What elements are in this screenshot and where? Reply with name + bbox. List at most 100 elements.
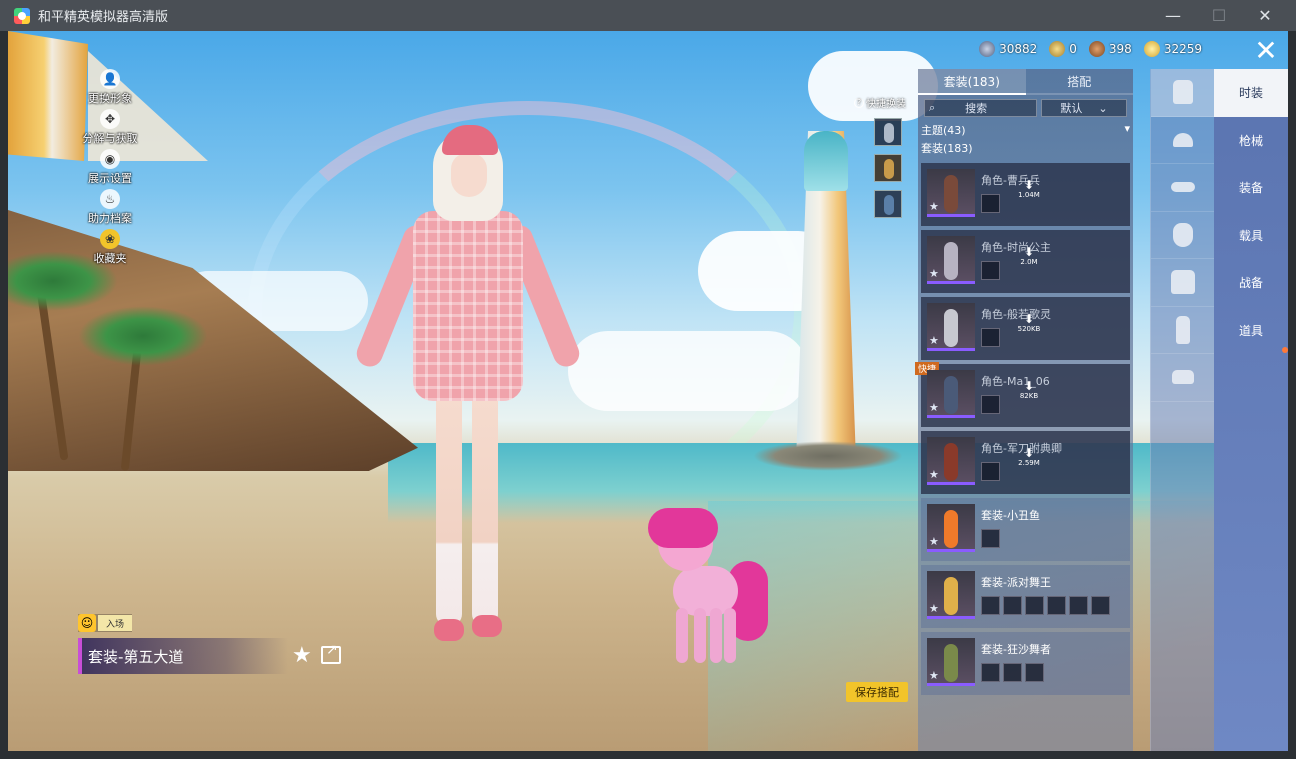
palm-leaves — [78, 306, 208, 366]
star-icon[interactable]: ★ — [929, 602, 939, 615]
outfit-part-thumb — [981, 663, 1000, 682]
app-logo-icon — [14, 7, 30, 24]
bp-coin-icon — [1143, 41, 1160, 57]
share-icon[interactable] — [321, 642, 341, 664]
bronze-coin-icon — [1088, 41, 1105, 57]
chevron-down-icon: ⌄ — [1098, 101, 1108, 115]
left-menu-archive[interactable]: ♨ 助力档案 — [70, 189, 150, 229]
download-button[interactable]: ⬇ 520KB — [1017, 313, 1041, 333]
outfit-part-thumb — [1003, 596, 1022, 615]
download-icon: ⬇ — [1023, 245, 1035, 259]
outfit-part-thumb — [1069, 596, 1088, 615]
window-controls: — ☐ ✕ — [1150, 0, 1288, 31]
rocks — [753, 441, 903, 471]
decompose-icon: ✥ — [100, 109, 120, 129]
category-mask[interactable] — [1151, 212, 1214, 259]
outfit-item[interactable]: ★ 角色-军刀驸典卿 ⬇ 2.59M — [921, 431, 1130, 494]
outfit-part-thumb — [1047, 596, 1066, 615]
category-outfit[interactable] — [1151, 69, 1214, 117]
quick-swap-header[interactable]: ? 快捷换装 — [854, 95, 914, 110]
download-icon: ⬇ — [1023, 178, 1035, 192]
outfit-thumbnail: ★ — [927, 571, 975, 619]
entry-emote[interactable]: ☺ 入场 — [78, 614, 133, 632]
favorite-star-icon[interactable]: ★ — [292, 643, 312, 668]
close-window-button[interactable]: ✕ — [1242, 0, 1288, 31]
star-icon[interactable]: ★ — [929, 535, 939, 548]
star-icon[interactable]: ★ — [929, 200, 939, 213]
tab-props[interactable]: 道具 — [1214, 307, 1288, 355]
dropdown-arrow-icon: ▾ — [1124, 122, 1130, 135]
currency-item[interactable]: 0 — [1049, 41, 1077, 57]
close-wardrobe-button[interactable]: ✕ — [1252, 37, 1280, 65]
download-button[interactable]: ⬇ 82KB — [1017, 380, 1041, 400]
outfit-item[interactable]: ★ 角色-般若歌灵 ⬇ 520KB — [921, 297, 1130, 360]
left-menu-decompose[interactable]: ✥ 分解与获取 — [70, 109, 150, 149]
left-menu-change-avatar[interactable]: 👤 更换形象 — [70, 69, 150, 109]
emulator-window: 和平精英模拟器高清版 — ☐ ✕ 👤 更换形象 ✥ 分解与获取 ◉ 展示设置 ♨… — [0, 0, 1296, 759]
quick-swap-slot[interactable] — [874, 118, 902, 146]
currency-item[interactable]: 398 — [1088, 41, 1132, 57]
tab-fashion[interactable]: 时装 — [1214, 69, 1288, 117]
quick-swap-slot[interactable] — [874, 154, 902, 182]
category-shoes[interactable] — [1151, 354, 1214, 402]
player-character[interactable] — [338, 121, 598, 651]
outfit-thumbnail: ★ — [927, 303, 975, 351]
category-hat[interactable] — [1151, 117, 1214, 164]
pants-icon — [1175, 315, 1190, 344]
hat-icon — [1172, 132, 1193, 147]
outfit-item[interactable]: ★ 套装-小丑鱼 — [921, 498, 1130, 561]
top-icon — [1170, 270, 1195, 295]
outfit-tabs: 套装(183) 搭配 — [918, 69, 1133, 95]
tab-battle-prep[interactable]: 战备 — [1214, 259, 1288, 307]
left-menu-display-settings[interactable]: ◉ 展示设置 — [70, 149, 150, 189]
star-icon[interactable]: ★ — [929, 267, 939, 280]
outfit-thumbnail: ★ — [927, 638, 975, 686]
sort-dropdown[interactable]: 默认 ⌄ — [1041, 99, 1127, 117]
download-button[interactable]: ⬇ 2.59M — [1017, 447, 1041, 467]
star-icon[interactable]: ★ — [929, 334, 939, 347]
star-icon[interactable]: ★ — [929, 669, 939, 682]
outfit-icon — [1172, 80, 1193, 105]
outfit-panel: 套装(183) 搭配 ⌕ 搜索 默认 ⌄ 主题(43) ▾ 套装(183) ★ … — [915, 69, 1133, 751]
outfit-part-thumb — [981, 261, 1000, 280]
category-glasses[interactable] — [1151, 164, 1214, 212]
tab-suits[interactable]: 套装(183) — [918, 69, 1026, 95]
theme-filter[interactable]: 主题(43) ▾ — [918, 121, 1133, 139]
title-bar: 和平精英模拟器高清版 — ☐ ✕ — [0, 0, 1296, 31]
game-viewport: 👤 更换形象 ✥ 分解与获取 ◉ 展示设置 ♨ 助力档案 ❀ 收藏夹 30882… — [8, 31, 1288, 751]
currency-item[interactable]: 30882 — [979, 41, 1037, 57]
left-menu-favorites[interactable]: ❀ 收藏夹 — [70, 229, 150, 269]
quick-swap-slot[interactable] — [874, 190, 902, 218]
outfit-thumbnail: ★ — [927, 370, 975, 418]
outfit-part-thumb — [981, 395, 1000, 414]
outfit-part-thumb — [981, 529, 1000, 548]
currency-item[interactable]: 32259 — [1143, 41, 1202, 57]
tab-vehicles[interactable]: 载具 — [1214, 212, 1288, 260]
star-icon[interactable]: ★ — [929, 468, 939, 481]
window-title: 和平精英模拟器高清版 — [38, 10, 169, 25]
star-icon[interactable]: ★ — [929, 401, 939, 414]
search-input[interactable]: ⌕ 搜索 — [924, 99, 1037, 117]
outfit-item[interactable]: 快捷 ★ 角色-Ma1_06 ⬇82KB — [915, 362, 1130, 427]
category-pants[interactable] — [1151, 307, 1214, 354]
outfit-thumbnail: ★ — [927, 504, 975, 552]
tab-equipment[interactable]: 装备 — [1214, 164, 1288, 212]
tab-match[interactable]: 搭配 — [1025, 69, 1133, 95]
pet-pony — [648, 508, 768, 666]
download-button[interactable]: ⬇ 1.04M — [1017, 179, 1041, 199]
download-button[interactable]: ⬇ 2.0M — [1017, 246, 1041, 266]
help-icon: ? — [854, 97, 864, 108]
maximize-button[interactable]: ☐ — [1196, 0, 1242, 31]
category-top[interactable] — [1151, 259, 1214, 307]
tab-guns[interactable]: 枪械 — [1214, 117, 1288, 165]
badge-icon: ❀ — [100, 229, 120, 249]
save-outfit-button[interactable]: 保存搭配 — [846, 682, 908, 702]
outfit-item[interactable]: ★ 套装-派对舞王 — [921, 565, 1130, 628]
left-menu: 👤 更换形象 ✥ 分解与获取 ◉ 展示设置 ♨ 助力档案 ❀ 收藏夹 — [70, 69, 150, 269]
download-icon: ⬇ — [1023, 379, 1035, 393]
minimize-button[interactable]: — — [1150, 0, 1196, 31]
outfit-part-thumb — [1025, 596, 1044, 615]
outfit-item[interactable]: ★ 角色-时尚公主 ⬇ 2.0M — [921, 230, 1130, 293]
outfit-item[interactable]: ★ 套装-狂沙舞者 — [921, 632, 1130, 695]
outfit-item[interactable]: ★ 角色-曹兵兵 ⬇ 1.04M — [921, 163, 1130, 226]
